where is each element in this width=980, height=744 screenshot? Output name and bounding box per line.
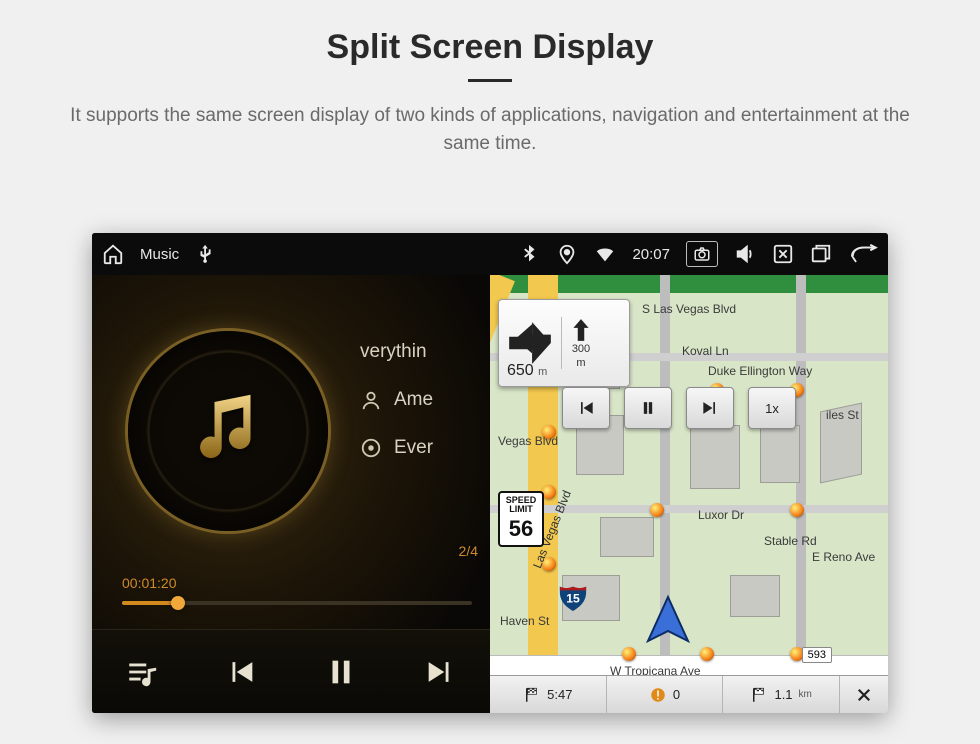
album-art[interactable]: [128, 331, 328, 531]
sim-prev-button[interactable]: [562, 387, 610, 429]
turn-primary-distance: 650 m: [507, 362, 547, 380]
pause-button[interactable]: [318, 649, 364, 695]
seek-bar[interactable]: [122, 601, 472, 605]
statusbar-time: 20:07: [632, 246, 670, 263]
eta-cell[interactable]: 5:47: [490, 676, 607, 713]
recents-icon[interactable]: [810, 243, 832, 265]
device-frame: Music 20:07: [92, 233, 888, 713]
turn-next-dist: 300: [572, 343, 590, 355]
vehicle-position-icon: [640, 593, 696, 649]
turn-next-unit: m: [576, 357, 585, 369]
map-sim-controls: 1x: [562, 387, 796, 429]
wifi-icon: [594, 243, 616, 265]
page-title: Split Screen Display: [0, 28, 980, 67]
eta-value: 5:47: [547, 687, 572, 702]
svg-text:15: 15: [566, 592, 580, 606]
flag-icon-2: [750, 686, 768, 704]
label-koval-ln: Koval Ln: [680, 343, 731, 359]
next-button[interactable]: [417, 649, 463, 695]
album-icon: [360, 437, 382, 459]
label-stable-rd: Stable Rd: [762, 533, 819, 549]
statusbar-app-label: Music: [140, 246, 179, 263]
music-controls: [92, 629, 490, 713]
seek-fill: [122, 601, 178, 605]
map-canvas[interactable]: S Las Vegas Blvd Koval Ln Duke Ellington…: [490, 275, 888, 713]
sim-speed-button[interactable]: 1x: [748, 387, 796, 429]
artist-icon: [360, 389, 382, 411]
route-badge-593: 593: [802, 647, 832, 663]
page-subtitle: It supports the same screen display of t…: [50, 102, 930, 157]
distance-unit: km: [799, 689, 812, 700]
x-icon: [855, 686, 873, 704]
prev-button[interactable]: [218, 649, 264, 695]
camera-icon[interactable]: [686, 241, 718, 267]
status-bar: Music 20:07: [92, 233, 888, 275]
extra-cell[interactable]: 0: [607, 676, 724, 713]
label-luxor-dr: Luxor Dr: [696, 507, 746, 523]
label-vegas-blvd: Vegas Blvd: [496, 433, 560, 449]
road-minor-2: [490, 505, 888, 513]
music-pane: verythin Ame Ever 2/4 00:01:20: [92, 275, 490, 713]
sim-pause-button[interactable]: [624, 387, 672, 429]
turn-next-block: 300 m: [561, 317, 594, 369]
home-icon[interactable]: [102, 243, 124, 265]
close-icon[interactable]: [772, 243, 794, 265]
flag-icon: [523, 686, 541, 704]
progress-area: 00:01:20: [122, 575, 472, 605]
music-metadata: verythin Ame Ever: [360, 315, 433, 485]
speed-limit-value: 56: [500, 517, 542, 540]
interstate-shield: 15: [558, 581, 588, 611]
turn-up-icon: [568, 317, 594, 343]
usb-icon: [195, 243, 217, 265]
distance-cell[interactable]: 1.1 km: [723, 676, 840, 713]
map-close-button[interactable]: [840, 676, 888, 713]
map-bottom-bar: 5:47 0 1.1 km: [490, 675, 888, 713]
location-icon: [556, 243, 578, 265]
warning-icon: [649, 686, 667, 704]
label-s-las-vegas-blvd: S Las Vegas Blvd: [640, 301, 738, 317]
elapsed-time: 00:01:20: [122, 575, 177, 591]
playlist-button[interactable]: [119, 649, 165, 695]
volume-icon[interactable]: [734, 243, 756, 265]
track-counter: 2/4: [459, 543, 478, 559]
bluetooth-icon: [518, 243, 540, 265]
label-reno-ave: E Reno Ave: [810, 549, 877, 565]
title-underline: [468, 79, 512, 82]
sim-next-button[interactable]: [686, 387, 734, 429]
album-name: Ever: [394, 437, 433, 459]
distance-value: 1.1: [774, 687, 792, 702]
speed-limit-sign: SPEED LIMIT 56: [498, 491, 544, 547]
extra-value: 0: [673, 687, 680, 702]
artist-name: Ame: [394, 389, 433, 411]
label-duke-ellington: Duke Ellington Way: [706, 363, 814, 379]
navigation-pane[interactable]: S Las Vegas Blvd Koval Ln Duke Ellington…: [490, 275, 888, 713]
music-note-icon: [183, 384, 273, 479]
label-haven-st: Haven St: [498, 613, 551, 629]
turn-instruction-panel[interactable]: 300 m 650 m: [498, 299, 630, 387]
track-title: verythin: [360, 341, 427, 363]
seek-knob[interactable]: [171, 596, 185, 610]
label-giles-st: iles St: [824, 407, 861, 423]
back-icon[interactable]: [848, 243, 878, 265]
